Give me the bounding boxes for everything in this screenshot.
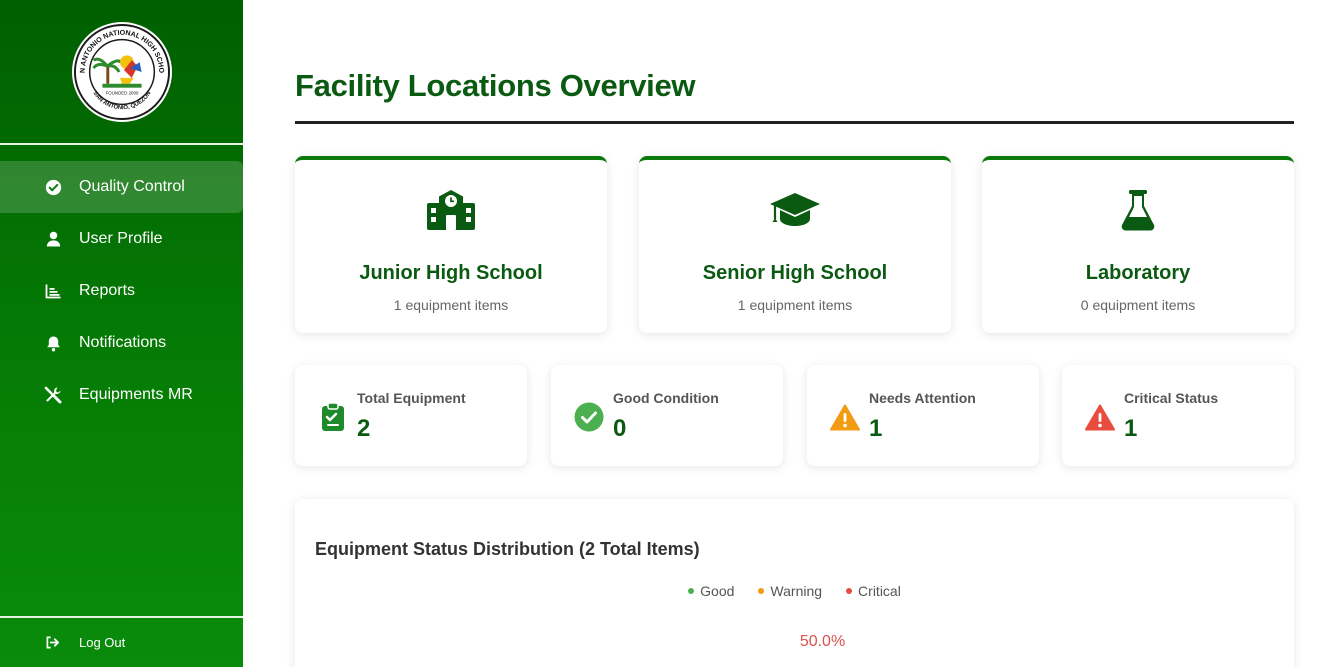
- legend-item-good[interactable]: Good: [688, 583, 734, 599]
- stat-value: 1: [869, 415, 883, 442]
- tools-icon: [44, 386, 62, 404]
- page-title: Facility Locations Overview: [295, 68, 696, 103]
- legend-dot-good: [688, 588, 695, 594]
- location-name: Junior High School: [359, 262, 543, 284]
- stat-card-critical-status: Critical Status 1: [1062, 365, 1294, 466]
- warning-icon: [829, 401, 861, 433]
- location-card-senior-high[interactable]: Senior High School 1 equipment items: [639, 156, 951, 333]
- stat-card-needs-attention: Needs Attention 1: [807, 365, 1039, 466]
- stat-value: 0: [613, 415, 627, 442]
- stat-label: Good Condition: [613, 390, 719, 406]
- legend-dot-critical: [846, 588, 853, 594]
- stat-label: Needs Attention: [869, 390, 976, 406]
- check-circle-icon: [44, 178, 62, 196]
- location-equipment-count: 0 equipment items: [1080, 297, 1196, 313]
- user-icon: [44, 230, 62, 248]
- flask-icon: [982, 188, 1294, 232]
- logout-label: Log Out: [79, 635, 126, 650]
- sidebar-item-equipments-mr[interactable]: Equipments MR: [0, 369, 243, 421]
- school-icon: [295, 188, 607, 232]
- clipboard-icon: [317, 401, 349, 433]
- location-card-laboratory[interactable]: Laboratory 0 equipment items: [982, 156, 1294, 333]
- stat-value: 2: [357, 415, 371, 442]
- sidebar-item-label: Reports: [79, 282, 136, 299]
- status-distribution-chart: Equipment Status Distribution (2 Total I…: [295, 499, 1294, 667]
- location-equipment-count: 1 equipment items: [737, 297, 853, 313]
- sidebar-item-notifications[interactable]: Notifications: [0, 317, 243, 369]
- location-name: Laboratory: [1085, 262, 1191, 284]
- check-circle-icon: [573, 401, 605, 433]
- legend-item-critical[interactable]: Critical: [846, 583, 901, 599]
- logo-area: SAN ANTONIO NATIONAL HIGH SCHOOL SAN ANT…: [0, 0, 243, 145]
- sidebar-item-label: Equipments MR: [79, 386, 193, 403]
- sidebar-item-label: User Profile: [79, 230, 163, 247]
- graduation-cap-icon: [639, 188, 951, 232]
- title-divider: [295, 121, 1294, 124]
- sidebar-item-label: Notifications: [79, 334, 167, 351]
- sidebar-item-reports[interactable]: Reports: [0, 265, 243, 317]
- location-equipment-count: 1 equipment items: [393, 297, 509, 313]
- logout-icon: [45, 635, 61, 651]
- legend-label: Good: [700, 583, 735, 599]
- legend-item-warning[interactable]: Warning: [758, 583, 822, 599]
- legend-dot-warning: [758, 588, 765, 594]
- sidebar-nav: Quality Control User Profile Reports Not…: [0, 145, 243, 421]
- chart-legend: Good Warning Critical: [295, 583, 1294, 599]
- sidebar-item-quality-control[interactable]: Quality Control: [0, 161, 243, 213]
- sidebar-item-user-profile[interactable]: User Profile: [0, 213, 243, 265]
- sidebar-item-label: Quality Control: [79, 178, 185, 195]
- chart-title: Equipment Status Distribution (2 Total I…: [315, 539, 700, 559]
- stat-label: Total Equipment: [357, 390, 466, 406]
- legend-label: Warning: [770, 583, 823, 599]
- bell-icon: [44, 334, 62, 352]
- legend-label: Critical: [858, 583, 901, 599]
- location-name: Senior High School: [702, 262, 888, 284]
- location-card-junior-high[interactable]: Junior High School 1 equipment items: [295, 156, 607, 333]
- stat-value: 1: [1124, 415, 1138, 442]
- stat-card-total-equipment: Total Equipment 2: [295, 365, 527, 466]
- school-seal-icon: SAN ANTONIO NATIONAL HIGH SCHOOL SAN ANT…: [73, 23, 170, 120]
- pie-slice-label-critical: 50.0%: [799, 633, 846, 650]
- stat-card-good-condition: Good Condition 0: [551, 365, 783, 466]
- chart-icon: [44, 282, 62, 300]
- critical-icon: [1084, 401, 1116, 433]
- stat-label: Critical Status: [1124, 390, 1219, 406]
- sidebar: SAN ANTONIO NATIONAL HIGH SCHOOL SAN ANT…: [0, 0, 243, 667]
- school-logo: SAN ANTONIO NATIONAL HIGH SCHOOL SAN ANT…: [71, 21, 172, 122]
- logout-button[interactable]: Log Out: [0, 616, 243, 667]
- seal-founded-text: FOUNDED 2000: [105, 90, 138, 95]
